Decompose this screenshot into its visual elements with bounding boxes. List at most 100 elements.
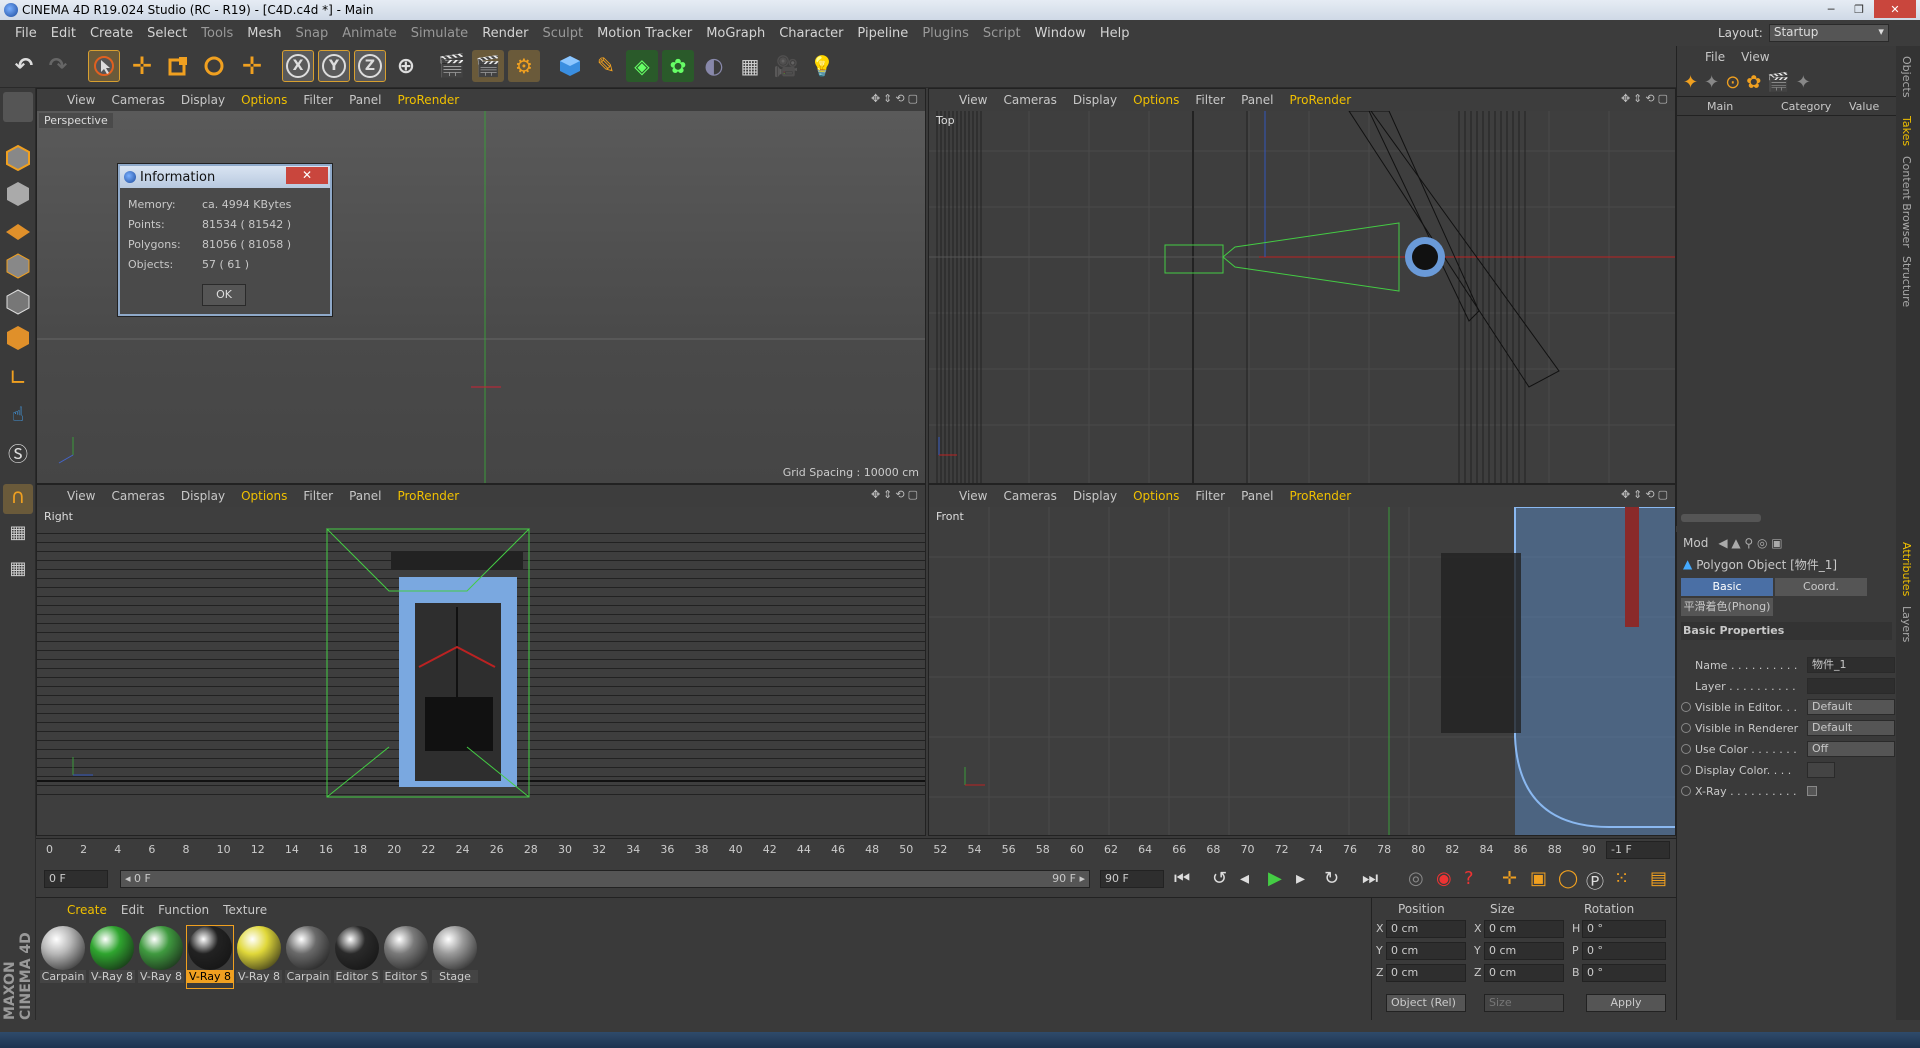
attribute-value-field[interactable]: Default [1807, 720, 1895, 736]
z-axis-lock-icon[interactable]: Z [354, 50, 386, 82]
go-to-start-icon[interactable]: ⏮ [1174, 868, 1190, 889]
viewport-menu-cameras[interactable]: Cameras [103, 93, 172, 107]
viewport-front[interactable]: View Cameras Display Options Filter Pane… [928, 484, 1676, 836]
size-field[interactable]: 0 cm [1484, 964, 1564, 982]
play-forward-icon[interactable]: ▶ [1268, 868, 1282, 889]
floor-icon[interactable]: ▦ [734, 50, 766, 82]
viewport-menu-view[interactable]: View [951, 93, 995, 107]
end-frame-field[interactable]: 90 F [1100, 870, 1164, 888]
menu-plugins[interactable]: Plugins [915, 26, 976, 41]
viewport-top[interactable]: View Cameras Display Options Filter Pane… [928, 88, 1676, 484]
y-axis-lock-icon[interactable]: Y [318, 50, 350, 82]
menu-character[interactable]: Character [772, 26, 850, 41]
side-tab-takes[interactable]: Takes [1900, 116, 1913, 146]
viewport-menu-display[interactable]: Display [1065, 489, 1125, 503]
material-item[interactable]: Editor S [334, 926, 380, 988]
viewport-menu-filter[interactable]: Filter [295, 93, 341, 107]
cloner-icon[interactable]: ✿ [662, 50, 694, 82]
pen-spline-icon[interactable]: ✎ [590, 50, 622, 82]
tweak-mode-icon[interactable]: ☝ [3, 402, 33, 432]
viewport-menu-prorender[interactable]: ProRender [1281, 93, 1359, 107]
xray-checkbox[interactable] [1807, 786, 1817, 796]
attribute-nav-icons[interactable]: ◀ ▲ ⚲ ◎ ▣ [1718, 536, 1782, 550]
start-frame-field[interactable]: 0 F [44, 870, 108, 888]
minimize-button[interactable]: ─ [1818, 0, 1844, 18]
cube-primitive-icon[interactable] [554, 50, 586, 82]
material-item[interactable]: V-Ray 8 [138, 926, 184, 988]
side-tab-objects[interactable]: Objects [1900, 56, 1913, 98]
texture-mode-icon[interactable] [3, 178, 33, 208]
material-menu-texture[interactable]: Texture [216, 903, 274, 917]
menu-script[interactable]: Script [976, 26, 1028, 41]
menu-pipeline[interactable]: Pipeline [850, 26, 915, 41]
animate-dot-icon[interactable] [1681, 786, 1691, 796]
animate-dot-icon[interactable] [1681, 723, 1691, 733]
autokeying-icon[interactable]: ◉ [1436, 868, 1452, 889]
animate-dot-icon[interactable] [1681, 702, 1691, 712]
timeline-window-icon[interactable]: ▤ [1650, 868, 1667, 889]
viewport-menu-view[interactable]: View [59, 489, 103, 503]
attribute-value-field[interactable] [1807, 762, 1835, 778]
menu-help[interactable]: Help [1093, 26, 1137, 41]
keyframe-selection-icon[interactable]: ? [1464, 868, 1474, 889]
viewport-menu-panel[interactable]: Panel [341, 489, 389, 503]
close-button[interactable]: ✕ [1874, 0, 1916, 18]
menu-render[interactable]: Render [475, 26, 535, 41]
subdivision-surface-icon[interactable]: ◈ [626, 50, 658, 82]
viewport-nav-icons[interactable]: ✥⇕⟲▢ [1621, 488, 1671, 501]
x-axis-lock-icon[interactable]: X [282, 50, 314, 82]
side-tab-attributes[interactable]: Attributes [1900, 542, 1913, 596]
viewport-right[interactable]: View Cameras Display Options Filter Pane… [36, 484, 926, 836]
object-menu-view[interactable]: View [1741, 50, 1769, 64]
viewport-menu-options[interactable]: Options [1125, 93, 1187, 107]
object-menu-file[interactable]: File [1705, 50, 1725, 64]
restore-button[interactable]: ❐ [1846, 0, 1872, 18]
render-settings-icon[interactable]: ⊙ [1725, 72, 1740, 93]
viewport-menu-options[interactable]: Options [233, 93, 295, 107]
solo-icon[interactable]: ▦ [3, 522, 33, 552]
material-item[interactable]: V-Ray 8 [236, 926, 282, 988]
right-canvas[interactable]: Right [37, 507, 925, 835]
apply-button[interactable]: Apply [1586, 994, 1666, 1012]
live-selection-icon[interactable] [88, 50, 120, 82]
viewport-nav-icons[interactable]: ✥⇕⟲▢ [871, 92, 921, 105]
column-category[interactable]: Category [1781, 100, 1849, 113]
viewport-nav-icons[interactable]: ✥⇕⟲▢ [1621, 92, 1671, 105]
layers-icon[interactable]: ✿ [1746, 72, 1761, 93]
material-item[interactable]: V-Ray 8 [89, 926, 135, 988]
light-icon[interactable]: 💡 [806, 50, 838, 82]
timeline-ruler[interactable]: 0 2 4 6 8 10 12 14 16 18 20 22 24 26 28 30 32 34 36 38 40 42 4… [36, 838, 1676, 860]
record-keys-icon[interactable]: ◎ [1408, 868, 1424, 889]
material-item[interactable]: Editor S [383, 926, 429, 988]
viewport-menu-prorender[interactable]: ProRender [1281, 489, 1359, 503]
tab-phong[interactable]: 平滑着色(Phong) [1681, 598, 1773, 616]
material-item[interactable]: V-Ray 8 [186, 925, 234, 989]
animate-dot-icon[interactable] [1681, 744, 1691, 754]
viewport-menu-filter[interactable]: Filter [1187, 489, 1233, 503]
side-tab-content-browser[interactable]: Content Browser [1900, 156, 1913, 248]
viewport-nav-icons[interactable]: ✥⇕⟲▢ [871, 488, 921, 501]
viewport-menu-options[interactable]: Options [1125, 489, 1187, 503]
viewport-menu-display[interactable]: Display [173, 489, 233, 503]
time-range-slider[interactable]: ◂ 0 F 90 F ▸ [120, 870, 1090, 888]
enable-snap-icon[interactable]: ∩ [3, 484, 33, 514]
previous-key-icon[interactable]: ↺ [1212, 868, 1227, 889]
front-canvas[interactable]: Front [929, 507, 1675, 835]
filter-icon[interactable]: ✦ [1704, 72, 1719, 93]
edit-render-settings-icon[interactable]: ⚙ [508, 50, 540, 82]
make-editable-icon[interactable] [3, 92, 33, 122]
undo-icon[interactable]: ↶ [8, 50, 40, 82]
side-tab-layers[interactable]: Layers [1900, 606, 1913, 642]
camera-icon[interactable]: 🎥 [770, 50, 802, 82]
viewport-menu-cameras[interactable]: Cameras [995, 489, 1064, 503]
material-menu-create[interactable]: Create [60, 903, 114, 917]
position-field[interactable]: 0 cm [1386, 942, 1466, 960]
redo-icon[interactable]: ↷ [42, 50, 74, 82]
object-list-scrollbar[interactable] [1681, 514, 1761, 522]
viewport-menu-view[interactable]: View [59, 93, 103, 107]
render-picture-viewer-icon[interactable]: 🎬 [472, 50, 504, 82]
top-canvas[interactable]: Top [929, 111, 1675, 483]
menu-mesh[interactable]: Mesh [240, 26, 288, 41]
size-field[interactable]: 0 cm [1484, 920, 1564, 938]
previous-frame-icon[interactable]: ◂ [1240, 868, 1249, 889]
